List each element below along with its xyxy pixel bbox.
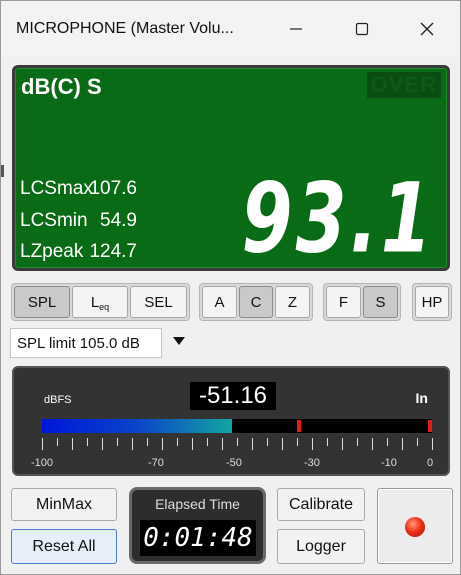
- hp-label: HP: [421, 293, 443, 311]
- title-bar[interactable]: MICROPHONE (Master Volu...: [1, 1, 460, 57]
- scale-tick: [207, 438, 208, 446]
- minimize-button[interactable]: [272, 9, 320, 49]
- scale-tick: [342, 438, 343, 450]
- scale-tick: [267, 438, 268, 446]
- scale-tick: [102, 438, 103, 450]
- scale-label: -50: [226, 457, 242, 469]
- minmax-button[interactable]: MinMax: [11, 488, 117, 521]
- weighting-z-label: Z: [287, 293, 298, 311]
- scale-tick: [357, 438, 358, 446]
- scale-tick: [162, 438, 163, 450]
- scale-tick: [57, 438, 58, 446]
- spl-button[interactable]: SPL: [14, 286, 70, 318]
- sel-button[interactable]: SEL: [130, 286, 187, 318]
- close-button[interactable]: [403, 9, 451, 49]
- spl-limit-dropdown[interactable]: SPL limit 105.0 dB: [10, 328, 162, 358]
- current-level-readout: 93.1: [241, 163, 435, 271]
- scale-tick: [72, 438, 73, 450]
- reset-all-label: Reset All: [32, 537, 96, 555]
- leq-label: L: [90, 293, 100, 311]
- close-icon: [420, 22, 434, 36]
- meter-bar: [42, 419, 432, 433]
- stat-value-lcsmax: 107.6: [89, 178, 137, 199]
- scale-tick: [402, 438, 403, 450]
- reset-all-button[interactable]: Reset All: [11, 529, 117, 564]
- scale-label: -10: [381, 457, 397, 469]
- weighting-a-button[interactable]: A: [202, 286, 237, 318]
- leq-button[interactable]: Leq: [72, 286, 128, 318]
- spl-label: SPL: [27, 293, 57, 311]
- slow-label: S: [375, 293, 386, 311]
- minimize-icon: [290, 28, 302, 30]
- record-button[interactable]: [377, 488, 453, 564]
- scale-tick: [417, 438, 418, 446]
- scale-tick: [327, 438, 328, 446]
- meter-bar-fill: [42, 419, 233, 433]
- logger-button[interactable]: Logger: [277, 529, 365, 564]
- logger-label: Logger: [296, 537, 346, 555]
- weighting-group: A C Z: [199, 283, 313, 321]
- meter-scale: [42, 438, 433, 452]
- scale-tick: [177, 438, 178, 446]
- meter-unit-label: dBFS: [44, 394, 72, 406]
- scale-tick: [372, 438, 373, 450]
- scale-tick: [42, 438, 43, 450]
- window-title: MICROPHONE (Master Volu...: [16, 20, 234, 37]
- scale-tick: [132, 438, 133, 450]
- scale-tick: [297, 438, 298, 446]
- calibrate-label: Calibrate: [288, 495, 354, 513]
- leq-subscript: eq: [99, 302, 110, 312]
- calibrate-button[interactable]: Calibrate: [277, 488, 365, 521]
- slow-button[interactable]: S: [363, 286, 398, 318]
- meter-peak-marker: [428, 420, 432, 432]
- hp-button[interactable]: HP: [415, 286, 449, 318]
- measure-mode-group: SPL Leq SEL: [11, 283, 190, 321]
- scale-label: -100: [31, 457, 54, 469]
- time-weighting-group: F S: [323, 283, 401, 321]
- elapsed-time-panel: Elapsed Time 0:01:48: [129, 487, 266, 564]
- scale-tick: [237, 438, 238, 446]
- maximize-icon: [355, 22, 369, 36]
- scale-tick: [117, 438, 118, 446]
- scale-label: -70: [148, 457, 164, 469]
- maximize-button[interactable]: [338, 9, 386, 49]
- window-edge-marker: [1, 165, 4, 177]
- meter-readout: -51.16: [190, 382, 276, 410]
- scale-tick: [222, 438, 223, 450]
- elapsed-time-value: 0:01:48: [140, 520, 256, 556]
- fast-label: F: [338, 293, 349, 311]
- meter-peak-marker: [297, 420, 302, 432]
- chevron-down-icon[interactable]: [173, 337, 185, 345]
- sel-label: SEL: [144, 293, 173, 311]
- spl-limit-value: SPL limit 105.0 dB: [17, 334, 140, 352]
- weighting-c-label: C: [250, 293, 262, 311]
- scale-label: 0: [427, 457, 434, 469]
- weighting-mode-label: dB(C) S: [21, 74, 102, 99]
- scale-tick: [147, 438, 148, 446]
- meter-channel-label: In: [415, 390, 428, 406]
- weighting-c-button[interactable]: C: [239, 286, 273, 318]
- minmax-label: MinMax: [35, 495, 92, 513]
- scale-tick: [312, 438, 313, 450]
- scale-tick: [87, 438, 88, 446]
- scale-tick: [282, 438, 283, 450]
- elapsed-time-title: Elapsed Time: [155, 496, 240, 512]
- scale-label: -30: [304, 457, 320, 469]
- stat-label-lzpeak: LZpeak: [20, 241, 84, 262]
- record-indicator-icon: [405, 517, 425, 537]
- scale-tick: [432, 438, 433, 450]
- scale-tick: [252, 438, 253, 450]
- weighting-a-label: A: [214, 293, 225, 311]
- input-level-meter: dBFS -51.16 In -100 -70 -50 -30 -10 0: [12, 366, 450, 476]
- scale-tick: [192, 438, 193, 450]
- scale-tick: [387, 438, 388, 446]
- stat-value-lcsmin: 54.9: [100, 210, 137, 231]
- stat-value-lzpeak: 124.7: [89, 241, 137, 262]
- weighting-z-button[interactable]: Z: [275, 286, 310, 318]
- level-display: dB(C) S OVER LCSmax 107.6 LCSmin 54.9 LZ…: [12, 65, 450, 271]
- app-window: MICROPHONE (Master Volu... dB(C) S OVER …: [0, 0, 461, 575]
- hp-group: HP: [412, 283, 452, 321]
- over-indicator: OVER: [366, 72, 441, 98]
- fast-button[interactable]: F: [326, 286, 361, 318]
